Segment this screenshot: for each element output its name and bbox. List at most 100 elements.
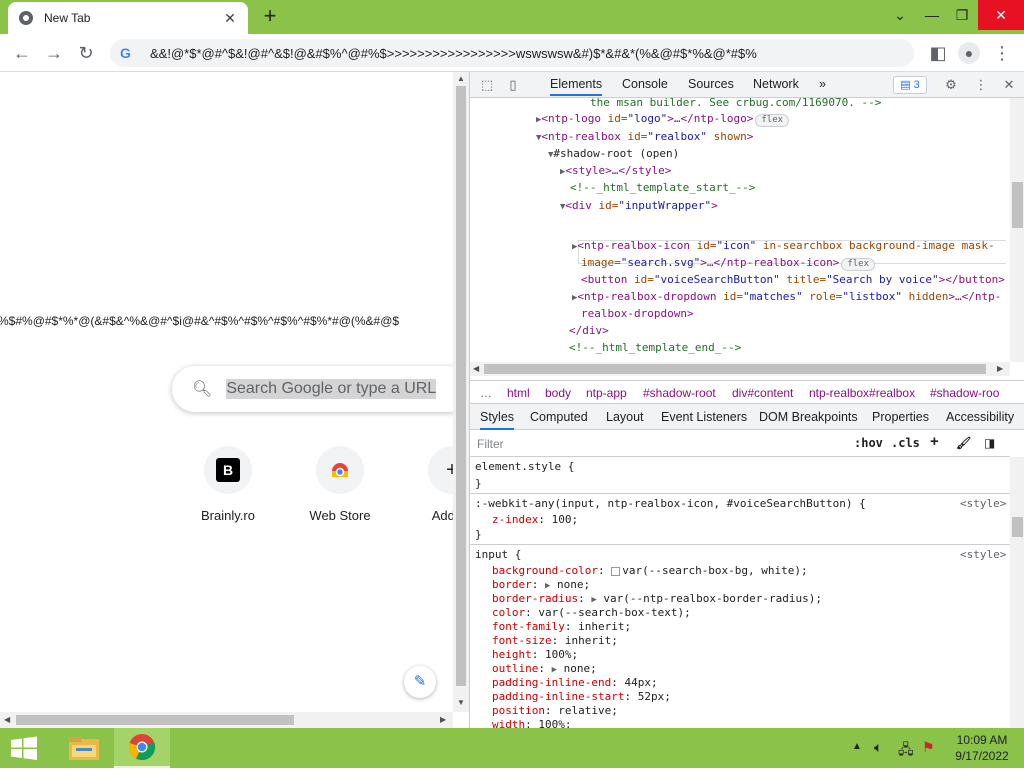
chrome-taskbar-button[interactable] xyxy=(114,728,170,768)
shortcut-brainly[interactable]: B Brainly.ro xyxy=(172,446,284,523)
styles-vertical-scrollbar[interactable] xyxy=(1010,457,1024,728)
breadcrumb-html[interactable]: html xyxy=(507,386,530,400)
rule-declaration[interactable]: height: 100%; xyxy=(492,648,578,662)
breadcrumb-div-content[interactable]: div#content xyxy=(732,386,793,400)
tab-styles[interactable]: Styles xyxy=(480,410,515,430)
scroll-right-icon[interactable]: ▶ xyxy=(997,364,1003,373)
scroll-thumb[interactable] xyxy=(456,86,466,686)
new-tab-button[interactable]: + xyxy=(258,5,282,29)
dom-node-ntp-logo[interactable]: ▶<ntp-logo id="logo">…</ntp-logo> flex xyxy=(536,110,790,129)
expand-triangle-icon[interactable]: ▶ xyxy=(591,595,596,605)
device-toolbar-icon[interactable]: ▯ xyxy=(504,76,522,94)
scroll-thumb[interactable] xyxy=(1012,182,1023,228)
shortcut-add[interactable]: + Add sh xyxy=(396,446,453,523)
dom-node-input-wrapper[interactable]: ▼<div id="inputWrapper"> xyxy=(560,197,718,216)
paint-roller-icon[interactable]: 🖌︎ xyxy=(956,436,971,450)
dom-node-voice-button[interactable]: <button id="voiceSearchButton" title="Se… xyxy=(581,271,1005,288)
start-button[interactable] xyxy=(0,728,48,768)
scroll-left-icon[interactable]: ◀ xyxy=(4,715,10,724)
breadcrumb-body[interactable]: body xyxy=(545,386,571,400)
scroll-right-icon[interactable]: ▶ xyxy=(440,715,446,724)
tab-sources[interactable]: Sources xyxy=(688,77,734,91)
breadcrumb-ntp-realbox[interactable]: ntp-realbox#realbox xyxy=(809,386,915,400)
dom-node-div-close[interactable]: </div> xyxy=(569,322,609,339)
profile-avatar-icon[interactable]: ● xyxy=(958,42,980,64)
customize-pencil-icon[interactable]: ✎ xyxy=(404,666,436,698)
rule-declaration[interactable]: font-size: inherit; xyxy=(492,634,618,648)
scroll-thumb[interactable] xyxy=(484,364,986,374)
rule-declaration[interactable]: position: relative; xyxy=(492,704,618,718)
tab-accessibility[interactable]: Accessibility xyxy=(946,410,1014,424)
rule-declaration[interactable]: width: 100%; xyxy=(492,718,572,728)
scroll-thumb[interactable] xyxy=(1012,517,1023,537)
close-window-button[interactable]: ✕ xyxy=(978,0,1024,30)
tab-console[interactable]: Console xyxy=(622,77,668,91)
file-explorer-button[interactable] xyxy=(56,728,112,768)
tab-close-icon[interactable]: ✕ xyxy=(222,10,238,27)
settings-gear-icon[interactable]: ⚙ xyxy=(942,76,960,94)
menu-kebab-icon[interactable]: ⋮ xyxy=(990,41,1014,65)
rule-declaration[interactable]: background-color: var(--search-box-bg, w… xyxy=(492,564,808,578)
flex-badge[interactable]: flex xyxy=(755,114,790,127)
scroll-up-icon[interactable]: ▲ xyxy=(457,74,465,83)
devtools-close-icon[interactable]: ✕ xyxy=(1000,76,1018,94)
side-panel-icon[interactable]: ◧ xyxy=(926,41,950,65)
more-tabs-icon[interactable]: » xyxy=(819,77,826,91)
forward-arrow-icon[interactable]: → xyxy=(42,41,66,65)
tab-computed[interactable]: Computed xyxy=(530,410,588,424)
rule-selector[interactable]: input { xyxy=(475,548,521,562)
toggle-sidebar-icon[interactable]: ◨ xyxy=(984,436,995,450)
breadcrumb-shadow-root-2[interactable]: #shadow-roo xyxy=(930,386,999,400)
breadcrumb-ntp-app[interactable]: ntp-app xyxy=(586,386,627,400)
inspect-element-icon[interactable]: ⬚ xyxy=(478,76,496,94)
scroll-thumb[interactable] xyxy=(16,715,294,725)
rule-selector[interactable]: :-webkit-any(input, ntp-realbox-icon, #v… xyxy=(475,497,866,511)
cls-toggle-button[interactable]: .cls xyxy=(891,436,920,450)
breadcrumb-shadow-root[interactable]: #shadow-root xyxy=(643,386,716,400)
page-vertical-scrollbar[interactable]: ▲ ▼ xyxy=(453,72,469,712)
rule-declaration[interactable]: padding-inline-end: 44px; xyxy=(492,676,658,690)
rule-declaration[interactable]: padding-inline-start: 52px; xyxy=(492,690,671,704)
restore-button[interactable]: ❐ xyxy=(946,0,978,30)
rule-source-link[interactable]: <style> xyxy=(960,548,1006,562)
back-arrow-icon[interactable]: ← xyxy=(10,41,34,65)
issues-badge[interactable]: ▤ 3 xyxy=(893,76,927,94)
hov-toggle-button[interactable]: :hov xyxy=(854,436,883,450)
tab-elements[interactable]: Elements xyxy=(550,77,603,96)
clock[interactable]: 10:09 AM 9/17/2022 xyxy=(940,732,1024,764)
speaker-muted-icon[interactable]: 🔈︎ xyxy=(874,739,882,756)
rule-source-link[interactable]: <style> xyxy=(960,497,1006,511)
realbox-search[interactable]: 🔍︎ Search Google or type a URL xyxy=(172,366,453,412)
flex-badge[interactable]: flex xyxy=(841,258,875,271)
breadcrumb-ellipsis[interactable]: … xyxy=(480,386,492,400)
tab-dom-breakpoints[interactable]: DOM Breakpoints xyxy=(759,410,858,424)
tab-layout[interactable]: Layout xyxy=(606,410,644,424)
rule-declaration[interactable]: color: var(--search-box-text); xyxy=(492,606,691,620)
rule-declaration[interactable]: font-family: inherit; xyxy=(492,620,631,634)
scroll-left-icon[interactable]: ◀ xyxy=(473,364,479,373)
styles-filter-input[interactable]: Filter xyxy=(477,437,504,451)
show-hidden-icons-icon[interactable]: ▲ xyxy=(852,741,862,752)
action-center-icon[interactable]: ⚑ xyxy=(922,739,935,756)
rule-declaration[interactable]: z-index: 100; xyxy=(492,513,578,527)
tab-network[interactable]: Network xyxy=(753,77,799,91)
tab-event-listeners[interactable]: Event Listeners xyxy=(661,410,747,424)
reload-icon[interactable]: ↻ xyxy=(74,41,98,65)
expand-triangle-icon[interactable]: ▶ xyxy=(552,665,557,675)
tab-properties[interactable]: Properties xyxy=(872,410,929,424)
tab-search-icon[interactable]: ⌄ xyxy=(884,0,916,30)
new-rule-plus-icon[interactable]: + xyxy=(930,433,939,450)
rule-declaration[interactable]: border-radius: ▶ var(--ntp-realbox-borde… xyxy=(492,592,822,607)
network-icon[interactable]: 🖧︎ xyxy=(898,739,914,763)
minimize-button[interactable]: — xyxy=(916,0,948,30)
tab-new-tab[interactable]: New Tab ✕ xyxy=(8,2,248,34)
rule-selector[interactable]: element.style { xyxy=(475,460,574,474)
rule-declaration[interactable]: border: ▶ none; xyxy=(492,578,590,593)
color-swatch[interactable] xyxy=(611,566,621,576)
scroll-down-icon[interactable]: ▼ xyxy=(457,698,465,707)
address-bar[interactable]: G &&!@*$*@#^$&!@#^&$!@&#$%^@#%$>>>>>>>>>… xyxy=(110,39,914,67)
shortcut-web-store[interactable]: Web Store xyxy=(284,446,396,523)
dom-horizontal-scrollbar[interactable]: ◀ ▶ xyxy=(470,362,1010,376)
expand-triangle-icon[interactable]: ▶ xyxy=(545,581,550,591)
devtools-menu-icon[interactable]: ⋮ xyxy=(972,76,990,94)
